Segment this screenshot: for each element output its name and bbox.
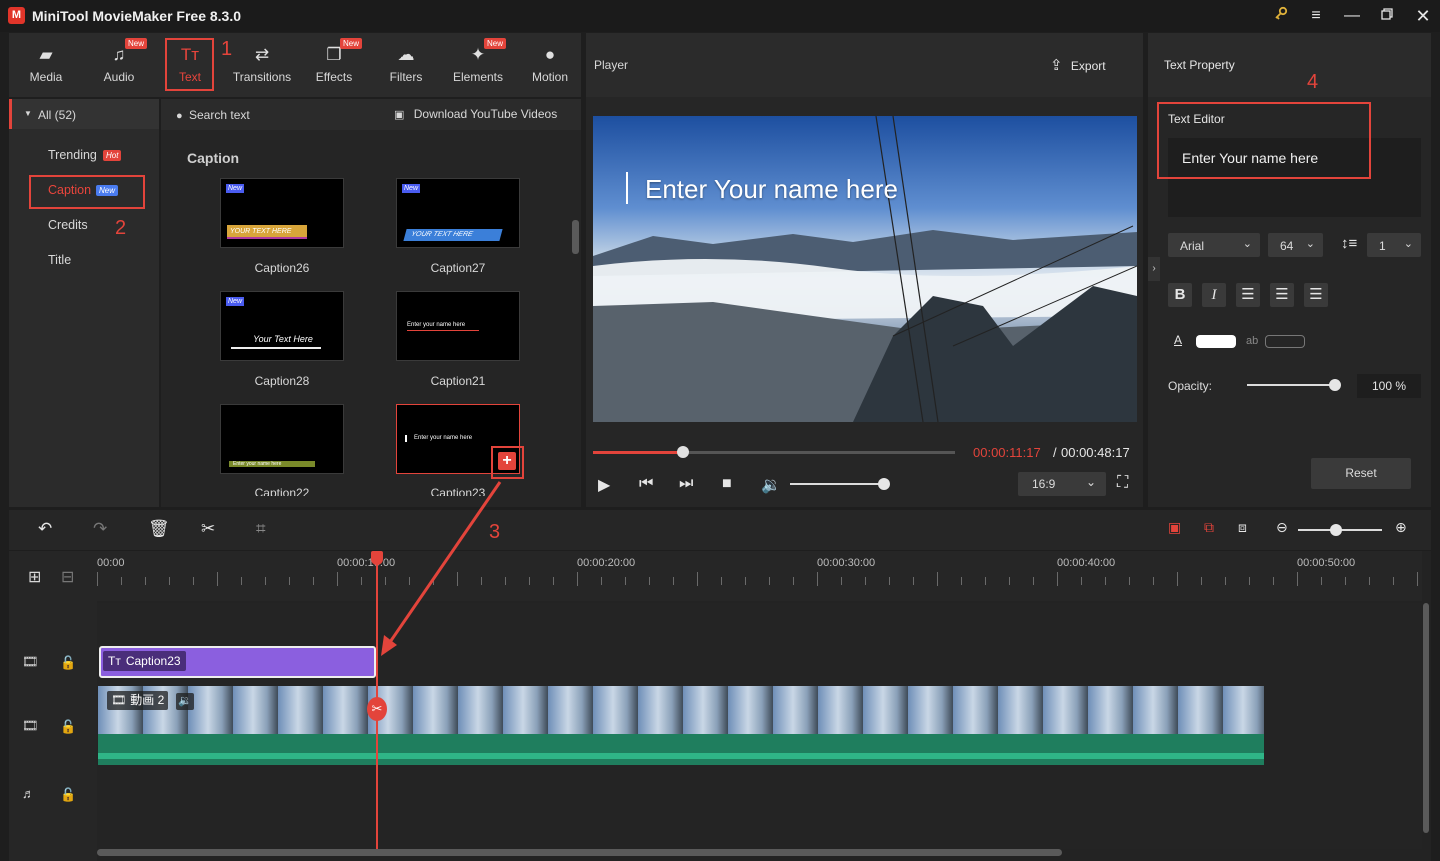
annotation-arrow (381, 481, 502, 656)
